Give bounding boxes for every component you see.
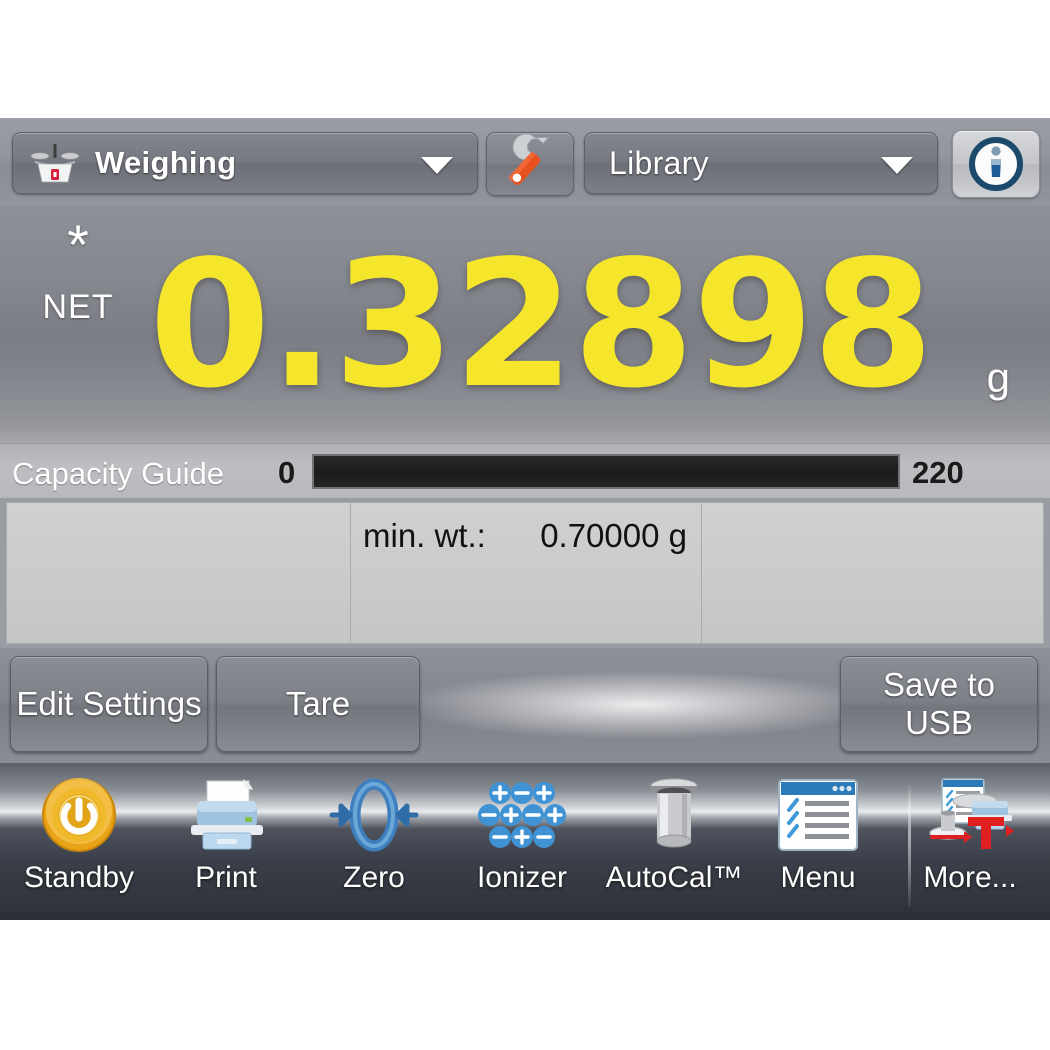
menu-window-icon bbox=[744, 775, 892, 855]
tare-button[interactable]: Tare bbox=[216, 656, 420, 752]
min-weight-key: min. wt.: bbox=[363, 517, 486, 554]
capacity-max-label: 220 bbox=[912, 455, 964, 490]
capacity-bar bbox=[312, 454, 900, 489]
info-icon bbox=[969, 137, 1023, 191]
info-panel-left bbox=[6, 502, 351, 644]
more-options-icon bbox=[896, 775, 1044, 855]
toolbar-label-more: More... bbox=[923, 861, 1017, 894]
capacity-guide-row: Capacity Guide 0 220 bbox=[0, 443, 1050, 499]
net-indicator: NET bbox=[42, 288, 114, 326]
balance-scale-icon bbox=[29, 142, 81, 184]
toolbar-label-standby: Standby bbox=[23, 861, 135, 894]
info-panel-group: min. wt.: 0.70000 g bbox=[0, 498, 1050, 648]
info-panel-center: min. wt.: 0.70000 g bbox=[351, 502, 701, 644]
toolbar-item-print[interactable]: Print bbox=[152, 775, 300, 895]
capacity-guide-label: Capacity Guide bbox=[12, 456, 224, 491]
zero-arrows-icon bbox=[300, 775, 448, 855]
toolbar-label-print: Print bbox=[195, 861, 257, 894]
library-label: Library bbox=[609, 144, 709, 181]
toolbar-item-autocal[interactable]: AutoCal™ bbox=[600, 775, 748, 895]
action-button-row: Edit Settings Tare Save to USB bbox=[0, 648, 1050, 763]
bottom-toolbar: Standby Print Zero Ionizer AutoCal™ Menu… bbox=[0, 763, 1050, 920]
toolbar-item-ionizer[interactable]: Ionizer bbox=[448, 775, 596, 895]
toolbar-item-standby[interactable]: Standby bbox=[5, 775, 153, 895]
toolbar-label-zero: Zero bbox=[343, 861, 405, 894]
chevron-down-icon bbox=[421, 157, 453, 174]
mode-selector-label: Weighing bbox=[95, 145, 237, 180]
mode-selector-dropdown[interactable]: Weighing bbox=[12, 132, 478, 194]
weight-unit: g bbox=[986, 354, 1010, 401]
calibration-weight-icon bbox=[600, 775, 748, 855]
ionizer-icon bbox=[448, 775, 596, 855]
toolbar-item-more[interactable]: More... bbox=[896, 775, 1044, 895]
weight-indicators: * NET bbox=[18, 213, 138, 327]
save-to-usb-button[interactable]: Save to USB bbox=[840, 656, 1038, 752]
toolbar-item-menu[interactable]: Menu bbox=[744, 775, 892, 895]
printer-icon bbox=[152, 775, 300, 855]
edit-settings-button[interactable]: Edit Settings bbox=[10, 656, 208, 752]
toolbar-label-autocal: AutoCal™ bbox=[605, 861, 743, 894]
balance-touchscreen: Weighing Library * NET 0.32898 g Capacit… bbox=[0, 118, 1050, 920]
toolbar-label-menu: Menu bbox=[780, 861, 856, 894]
save-to-usb-line2: USB bbox=[905, 704, 973, 741]
min-weight-value: 0.70000 g bbox=[540, 517, 687, 554]
library-dropdown[interactable]: Library bbox=[584, 132, 938, 194]
stability-asterisk-indicator: * bbox=[67, 213, 89, 276]
weight-value: 0.32898 bbox=[148, 224, 934, 427]
info-panel-right bbox=[701, 502, 1044, 644]
top-bar: Weighing Library bbox=[0, 118, 1050, 206]
settings-wrench-button[interactable] bbox=[486, 132, 574, 196]
toolbar-item-zero[interactable]: Zero bbox=[300, 775, 448, 895]
weight-display-area: * NET 0.32898 g bbox=[0, 206, 1050, 443]
chevron-down-icon bbox=[881, 157, 913, 174]
wrench-icon bbox=[508, 133, 550, 185]
info-button[interactable] bbox=[952, 130, 1040, 198]
capacity-min-label: 0 bbox=[278, 455, 296, 490]
toolbar-label-ionizer: Ionizer bbox=[476, 861, 568, 894]
power-standby-icon bbox=[5, 775, 153, 855]
save-to-usb-line1: Save to bbox=[883, 666, 995, 703]
